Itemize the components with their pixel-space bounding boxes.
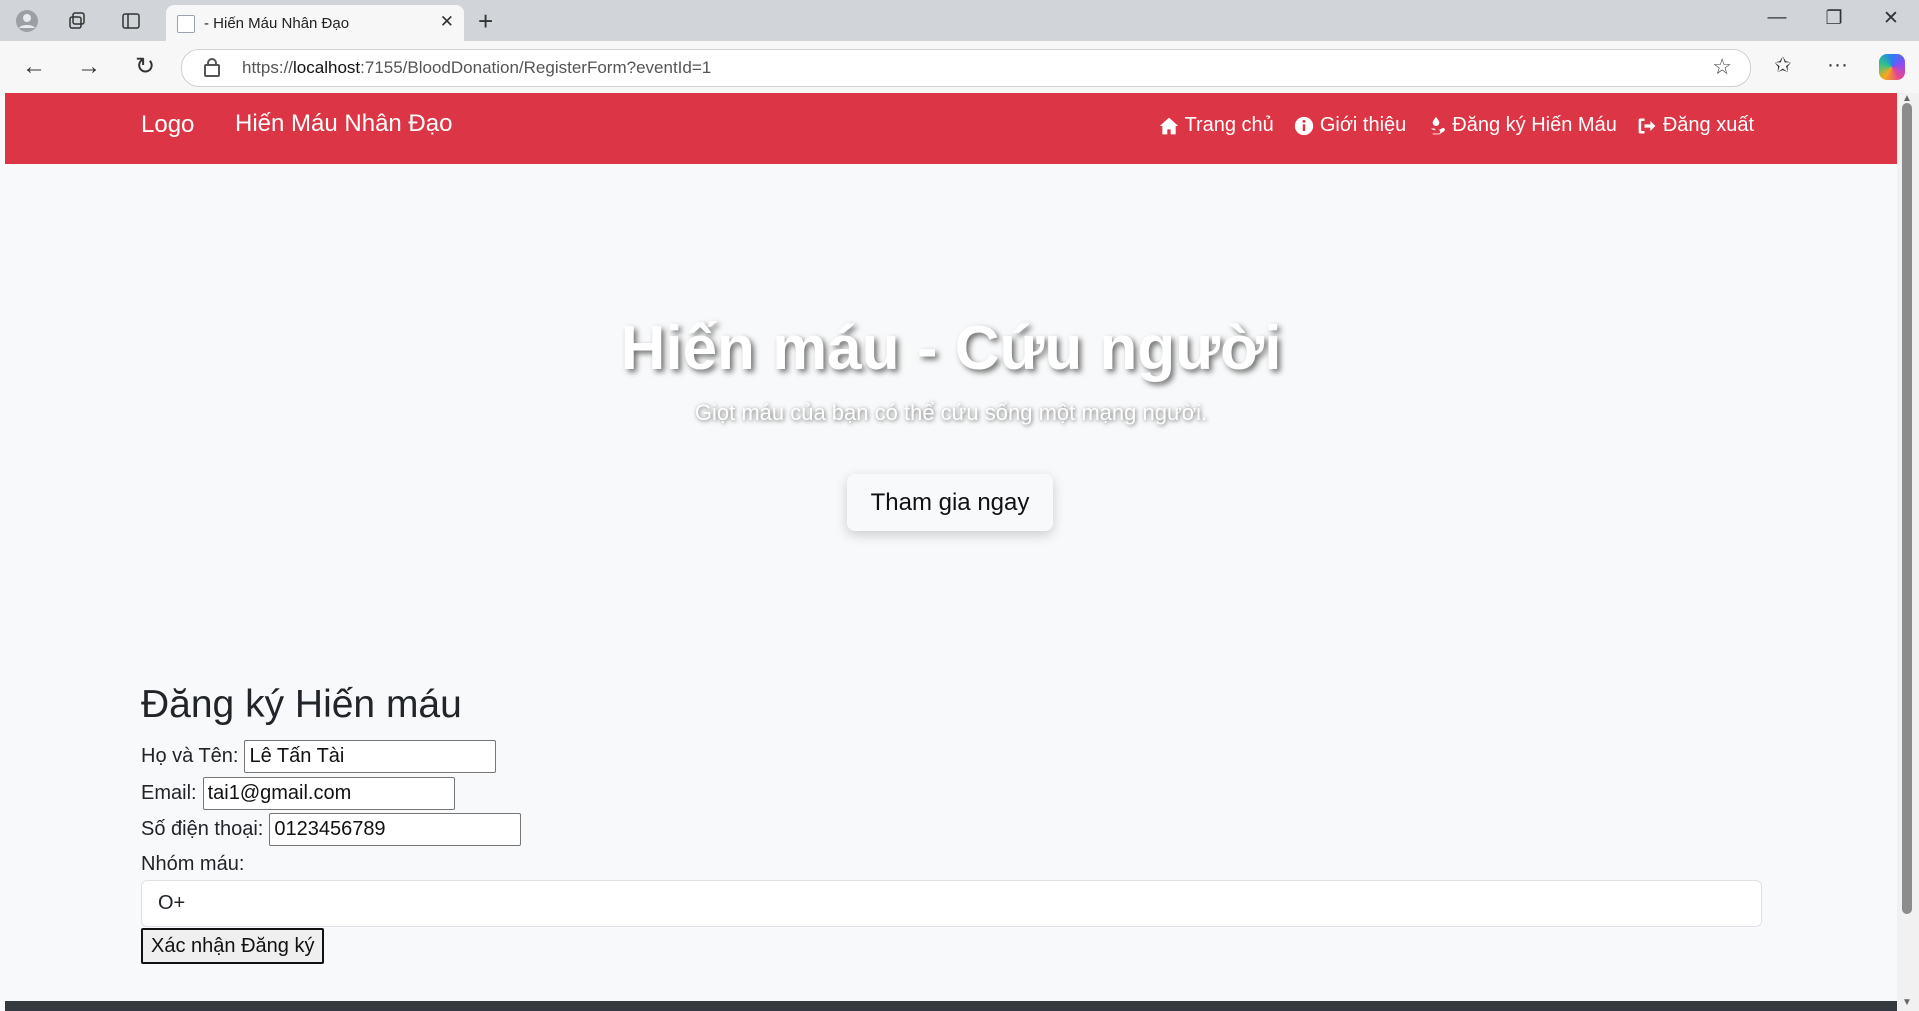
email-label: Email: bbox=[141, 782, 197, 804]
name-label: Họ và Tên: bbox=[141, 745, 239, 767]
back-icon[interactable]: ← bbox=[20, 53, 48, 81]
favorite-star-icon[interactable]: ☆ bbox=[1712, 54, 1732, 80]
lock-icon[interactable] bbox=[204, 58, 220, 77]
scroll-down-icon[interactable]: ▼ bbox=[1902, 997, 1912, 1008]
join-now-button[interactable]: Tham gia ngay bbox=[847, 474, 1053, 531]
home-icon bbox=[1159, 117, 1178, 134]
refresh-icon[interactable]: ↻ bbox=[131, 53, 159, 81]
blood-type-select[interactable]: O+ bbox=[141, 880, 1762, 927]
page-favicon-icon bbox=[177, 15, 195, 33]
profile-icon[interactable] bbox=[14, 8, 40, 34]
email-row: Email: bbox=[141, 777, 455, 810]
url-text[interactable]: https://localhost:7155/BloodDonation/Reg… bbox=[242, 58, 711, 78]
vertical-tabs-icon[interactable] bbox=[118, 8, 144, 34]
close-tab-icon[interactable]: ✕ bbox=[440, 12, 454, 32]
nav-link-logout[interactable]: Đăng xuất bbox=[1637, 114, 1754, 137]
logout-icon bbox=[1638, 118, 1656, 133]
hero-subtitle: Giọt máu của bạn có thể cứu sống một mạn… bbox=[694, 400, 1208, 425]
name-input[interactable] bbox=[244, 740, 497, 773]
minimize-icon[interactable]: — bbox=[1757, 7, 1797, 29]
form-title: Đăng ký Hiến máu bbox=[141, 683, 462, 726]
phone-label: Số điện thoại: bbox=[141, 818, 264, 840]
workspaces-icon[interactable] bbox=[64, 8, 90, 34]
nav-link-home[interactable]: Trang chủ bbox=[1159, 114, 1274, 137]
new-tab-icon[interactable]: + bbox=[478, 6, 493, 37]
tab-title: - Hiến Máu Nhân Đạo bbox=[204, 15, 350, 32]
phone-row: Số điện thoại: bbox=[141, 813, 522, 846]
browser-toolbar: ← → ↻ https://localhost:7155/BloodDonati… bbox=[0, 41, 1919, 93]
page-viewport: Logo Hiến Máu Nhân Đạo Trang chủ Giới th… bbox=[5, 93, 1897, 1011]
nav-link-about[interactable]: Giới thiệu bbox=[1294, 114, 1406, 137]
logo[interactable]: Logo bbox=[141, 111, 194, 139]
scrollbar[interactable]: ▲ ▼ bbox=[1897, 93, 1919, 1011]
nav-link-register[interactable]: Đăng ký Hiến Máu bbox=[1426, 114, 1617, 137]
address-bar[interactable]: https://localhost:7155/BloodDonation/Reg… bbox=[181, 49, 1751, 87]
footer bbox=[5, 1001, 1897, 1011]
active-tab[interactable]: - Hiến Máu Nhân Đạo ✕ bbox=[166, 5, 464, 41]
blood-row: Nhóm máu: bbox=[141, 853, 244, 876]
blood-type-label: Nhóm máu: bbox=[141, 853, 245, 875]
restore-icon[interactable]: ❐ bbox=[1814, 7, 1854, 30]
forward-icon[interactable]: → bbox=[75, 53, 103, 81]
phone-input[interactable] bbox=[269, 813, 522, 846]
submit-registration-button[interactable]: Xác nhận Đăng ký bbox=[141, 928, 325, 964]
site-navbar: Logo Hiến Máu Nhân Đạo Trang chủ Giới th… bbox=[5, 93, 1897, 164]
copilot-icon[interactable] bbox=[1879, 54, 1905, 80]
name-row: Họ và Tên: bbox=[141, 740, 497, 773]
close-window-icon[interactable]: ✕ bbox=[1871, 7, 1911, 30]
blood-type-value: O+ bbox=[158, 892, 186, 914]
hero-title: Hiến máu - Cứu người bbox=[620, 314, 1282, 383]
browser-tab-bar: - Hiến Máu Nhân Đạo ✕ + — ❐ ✕ bbox=[0, 0, 1919, 41]
email-input[interactable] bbox=[202, 777, 455, 810]
nav-links: Trang chủ Giới thiệu Đăng ký Hiến Máu Đă… bbox=[1159, 114, 1754, 137]
info-icon bbox=[1294, 116, 1313, 135]
scrollbar-thumb[interactable] bbox=[1902, 103, 1912, 914]
site-brand[interactable]: Hiến Máu Nhân Đạo bbox=[235, 110, 452, 138]
more-options-icon[interactable]: ··· bbox=[1827, 53, 1848, 77]
donate-icon bbox=[1427, 116, 1446, 134]
favorites-icon[interactable]: ✩ bbox=[1774, 53, 1792, 78]
